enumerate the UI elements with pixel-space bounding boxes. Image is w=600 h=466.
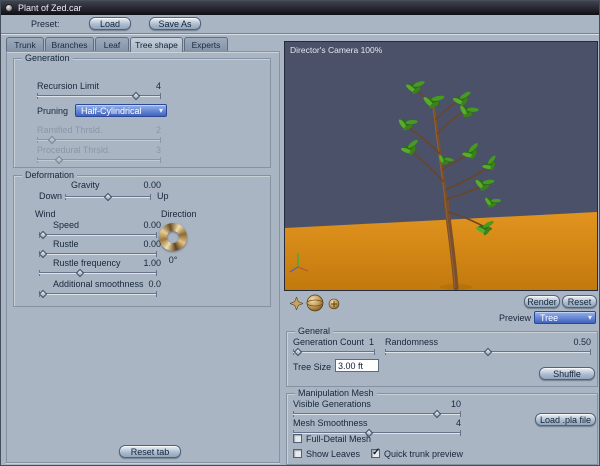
tree-size-input[interactable] bbox=[335, 359, 379, 372]
wind-rustle-label: Rustle bbox=[53, 239, 79, 249]
mesh-smoothness-value[interactable]: 4 bbox=[431, 418, 461, 428]
tab-trunk[interactable]: Trunk bbox=[6, 37, 44, 51]
titlebar[interactable]: Plant of Zed.car bbox=[1, 1, 599, 15]
window-title: Plant of Zed.car bbox=[18, 3, 82, 13]
camera-name-label[interactable]: Director's Camera 100% bbox=[290, 45, 382, 55]
randomness-value[interactable]: 0.50 bbox=[546, 337, 591, 347]
procedural-threshold-label: Procedural Thrsld. bbox=[37, 145, 111, 155]
deformation-group-title: Deformation bbox=[22, 170, 78, 180]
close-button[interactable] bbox=[5, 4, 13, 12]
wind-rustle-slider[interactable] bbox=[38, 249, 157, 259]
mesh-smoothness-label: Mesh Smoothness bbox=[293, 418, 368, 428]
tree-size-label: Tree Size bbox=[293, 362, 332, 372]
camera-viewport[interactable]: Director's Camera 100% bbox=[284, 41, 598, 291]
tab-experts[interactable]: Experts bbox=[184, 37, 228, 51]
pruning-label: Pruning bbox=[37, 106, 69, 116]
full-detail-mesh-checkbox[interactable] bbox=[293, 434, 302, 443]
3d-scene bbox=[285, 42, 597, 290]
generation-count-slider[interactable] bbox=[293, 347, 375, 357]
render-button[interactable]: Render bbox=[524, 295, 560, 308]
recursion-limit-label: Recursion Limit bbox=[37, 81, 100, 91]
recursion-limit-slider[interactable] bbox=[37, 91, 161, 101]
save-as-button[interactable]: Save As bbox=[149, 17, 201, 30]
recursion-limit-value[interactable]: 4 bbox=[121, 81, 161, 91]
divider bbox=[1, 33, 599, 35]
preset-label: Preset: bbox=[31, 19, 60, 29]
show-leaves-label[interactable]: Show Leaves bbox=[306, 449, 360, 459]
quick-trunk-preview-checkbox[interactable] bbox=[371, 447, 380, 458]
visible-generations-value[interactable]: 10 bbox=[431, 399, 461, 409]
randomness-label: Randomness bbox=[385, 337, 439, 347]
gravity-down-label: Down bbox=[39, 191, 63, 201]
wind-direction-dial[interactable] bbox=[159, 223, 187, 251]
load-button[interactable]: Load bbox=[89, 17, 131, 30]
randomness-slider[interactable] bbox=[385, 347, 591, 357]
reset-button[interactable]: Reset bbox=[562, 295, 597, 308]
show-leaves-checkbox[interactable] bbox=[293, 449, 302, 458]
generation-group-title: Generation bbox=[22, 53, 73, 63]
preview-label: Preview bbox=[499, 313, 532, 323]
additional-smoothness-slider[interactable] bbox=[38, 289, 157, 299]
dolly-camera-icon[interactable] bbox=[328, 298, 340, 310]
generation-count-value[interactable]: 1 bbox=[346, 337, 374, 347]
visible-generations-slider[interactable] bbox=[293, 409, 461, 419]
wind-direction-value[interactable]: 0° bbox=[159, 255, 187, 265]
quick-trunk-preview-label[interactable]: Quick trunk preview bbox=[384, 449, 463, 459]
plant-editor-window: Plant of Zed.car Preset: Load Save As Tr… bbox=[0, 0, 600, 466]
wind-speed-slider[interactable] bbox=[38, 230, 157, 240]
ramified-threshold-slider bbox=[37, 135, 161, 145]
preview-dropdown[interactable]: Tree bbox=[534, 311, 596, 324]
general-group-title: General bbox=[295, 326, 334, 336]
trackball-camera-icon[interactable] bbox=[306, 294, 324, 312]
wind-direction-label: Direction bbox=[161, 209, 197, 219]
wind-label: Wind bbox=[35, 209, 56, 219]
pan-camera-icon[interactable] bbox=[290, 297, 303, 310]
tab-leaf[interactable]: Leaf bbox=[95, 37, 129, 51]
reset-tab-button[interactable]: Reset tab bbox=[119, 445, 181, 458]
wind-speed-value[interactable]: 0.00 bbox=[111, 220, 161, 230]
ramified-threshold-value: 2 bbox=[155, 125, 161, 135]
gravity-slider[interactable] bbox=[65, 192, 151, 202]
shuffle-button[interactable]: Shuffle bbox=[539, 367, 595, 380]
tab-tree-shape[interactable]: Tree shape bbox=[130, 37, 183, 52]
tab-branches[interactable]: Branches bbox=[45, 37, 94, 51]
rustle-frequency-slider[interactable] bbox=[39, 268, 157, 278]
manipulation-mesh-title: Manipulation Mesh bbox=[295, 388, 377, 398]
gravity-up-label: Up bbox=[157, 191, 169, 201]
ramified-threshold-label: Ramified Thrsld. bbox=[37, 125, 103, 135]
additional-smoothness-value[interactable]: 0.0 bbox=[121, 279, 161, 289]
gravity-label: Gravity bbox=[71, 180, 100, 190]
procedural-threshold-slider bbox=[37, 155, 161, 165]
gravity-value[interactable]: 0.00 bbox=[111, 180, 161, 190]
rustle-frequency-value[interactable]: 1.00 bbox=[111, 258, 161, 268]
wind-speed-label: Speed bbox=[53, 220, 80, 230]
pruning-dropdown[interactable]: Half-Cylindrical bbox=[75, 104, 167, 117]
load-pla-file-button[interactable]: Load .pla file bbox=[535, 413, 596, 426]
visible-generations-label: Visible Generations bbox=[293, 399, 371, 409]
procedural-threshold-value: 3 bbox=[155, 145, 161, 155]
full-detail-mesh-label[interactable]: Full-Detail Mesh bbox=[306, 434, 371, 444]
wind-rustle-value[interactable]: 0.00 bbox=[111, 239, 161, 249]
